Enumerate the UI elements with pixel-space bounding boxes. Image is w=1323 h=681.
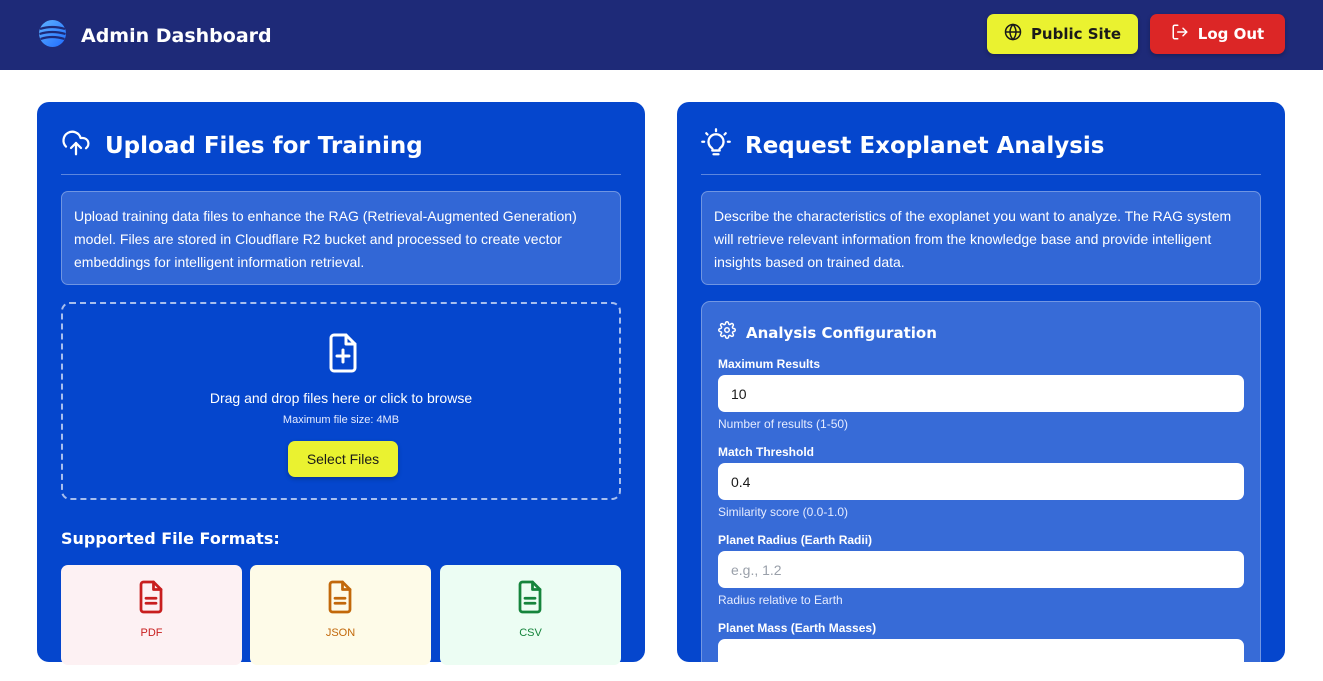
file-text-icon: [136, 579, 166, 620]
formats-heading: Supported File Formats:: [61, 529, 280, 548]
match-threshold-label: Match Threshold: [718, 445, 815, 459]
format-label-json: JSON: [325, 627, 356, 639]
analysis-panel: Request Exoplanet Analysis Describe the …: [677, 102, 1285, 681]
upload-panel-title: Upload Files for Training: [105, 132, 423, 159]
public-site-button[interactable]: Public Site: [987, 14, 1138, 54]
top-navbar: Admin Dashboard Public Site Log Out: [0, 0, 1323, 70]
file-plus-icon: [325, 332, 361, 379]
divider: [61, 174, 621, 175]
upload-panel: Upload Files for Training Upload trainin…: [37, 102, 645, 665]
lightbulb-icon: [701, 128, 731, 163]
analysis-panel-header: Request Exoplanet Analysis: [701, 128, 1104, 163]
upload-panel-header: Upload Files for Training: [61, 128, 423, 163]
planet-mass-label: Planet Mass (Earth Masses): [718, 621, 877, 635]
planet-radius-input[interactable]: [718, 551, 1244, 588]
match-threshold-help: Similarity score (0.0-1.0): [718, 505, 849, 519]
globe-icon: [1004, 23, 1022, 45]
file-text-icon: [325, 579, 355, 620]
format-label-csv: CSV: [519, 627, 542, 639]
public-site-label: Public Site: [1030, 25, 1122, 43]
gear-icon: [718, 321, 736, 344]
logout-icon: [1171, 23, 1189, 45]
planet-mass-input[interactable]: [718, 639, 1244, 676]
format-card-json: JSON: [250, 565, 431, 665]
logout-label: Log Out: [1197, 25, 1265, 43]
analysis-configuration: Analysis Configuration Maximum Results N…: [701, 301, 1261, 681]
analysis-description: Describe the characteristics of the exop…: [701, 191, 1261, 285]
cloud-upload-icon: [61, 128, 91, 163]
logout-button[interactable]: Log Out: [1150, 14, 1285, 54]
globe-logo-icon: [38, 19, 67, 53]
max-results-input[interactable]: [718, 375, 1244, 412]
select-files-button[interactable]: Select Files: [288, 441, 398, 477]
config-header: Analysis Configuration: [718, 321, 937, 344]
planet-radius-help: Radius relative to Earth: [718, 593, 843, 607]
analysis-panel-title: Request Exoplanet Analysis: [745, 132, 1105, 159]
format-label-pdf: PDF: [140, 627, 163, 639]
format-card-pdf: PDF: [61, 565, 242, 665]
planet-radius-label: Planet Radius (Earth Radii): [718, 533, 873, 547]
app-title: Admin Dashboard: [81, 25, 272, 47]
match-threshold-input[interactable]: [718, 463, 1244, 500]
upload-description: Upload training data files to enhance th…: [61, 191, 621, 285]
brand: Admin Dashboard: [38, 19, 272, 53]
config-title: Analysis Configuration: [746, 323, 937, 342]
max-results-label: Maximum Results: [718, 357, 821, 371]
max-results-help: Number of results (1-50): [718, 417, 849, 431]
file-text-icon: [515, 579, 545, 620]
dropzone-instructions: Drag and drop files here or click to bro…: [209, 390, 473, 406]
file-dropzone[interactable]: Drag and drop files here or click to bro…: [61, 302, 621, 500]
dropzone-max-size: Maximum file size: 4MB: [282, 414, 400, 426]
divider: [701, 174, 1261, 175]
format-card-csv: CSV: [440, 565, 621, 665]
